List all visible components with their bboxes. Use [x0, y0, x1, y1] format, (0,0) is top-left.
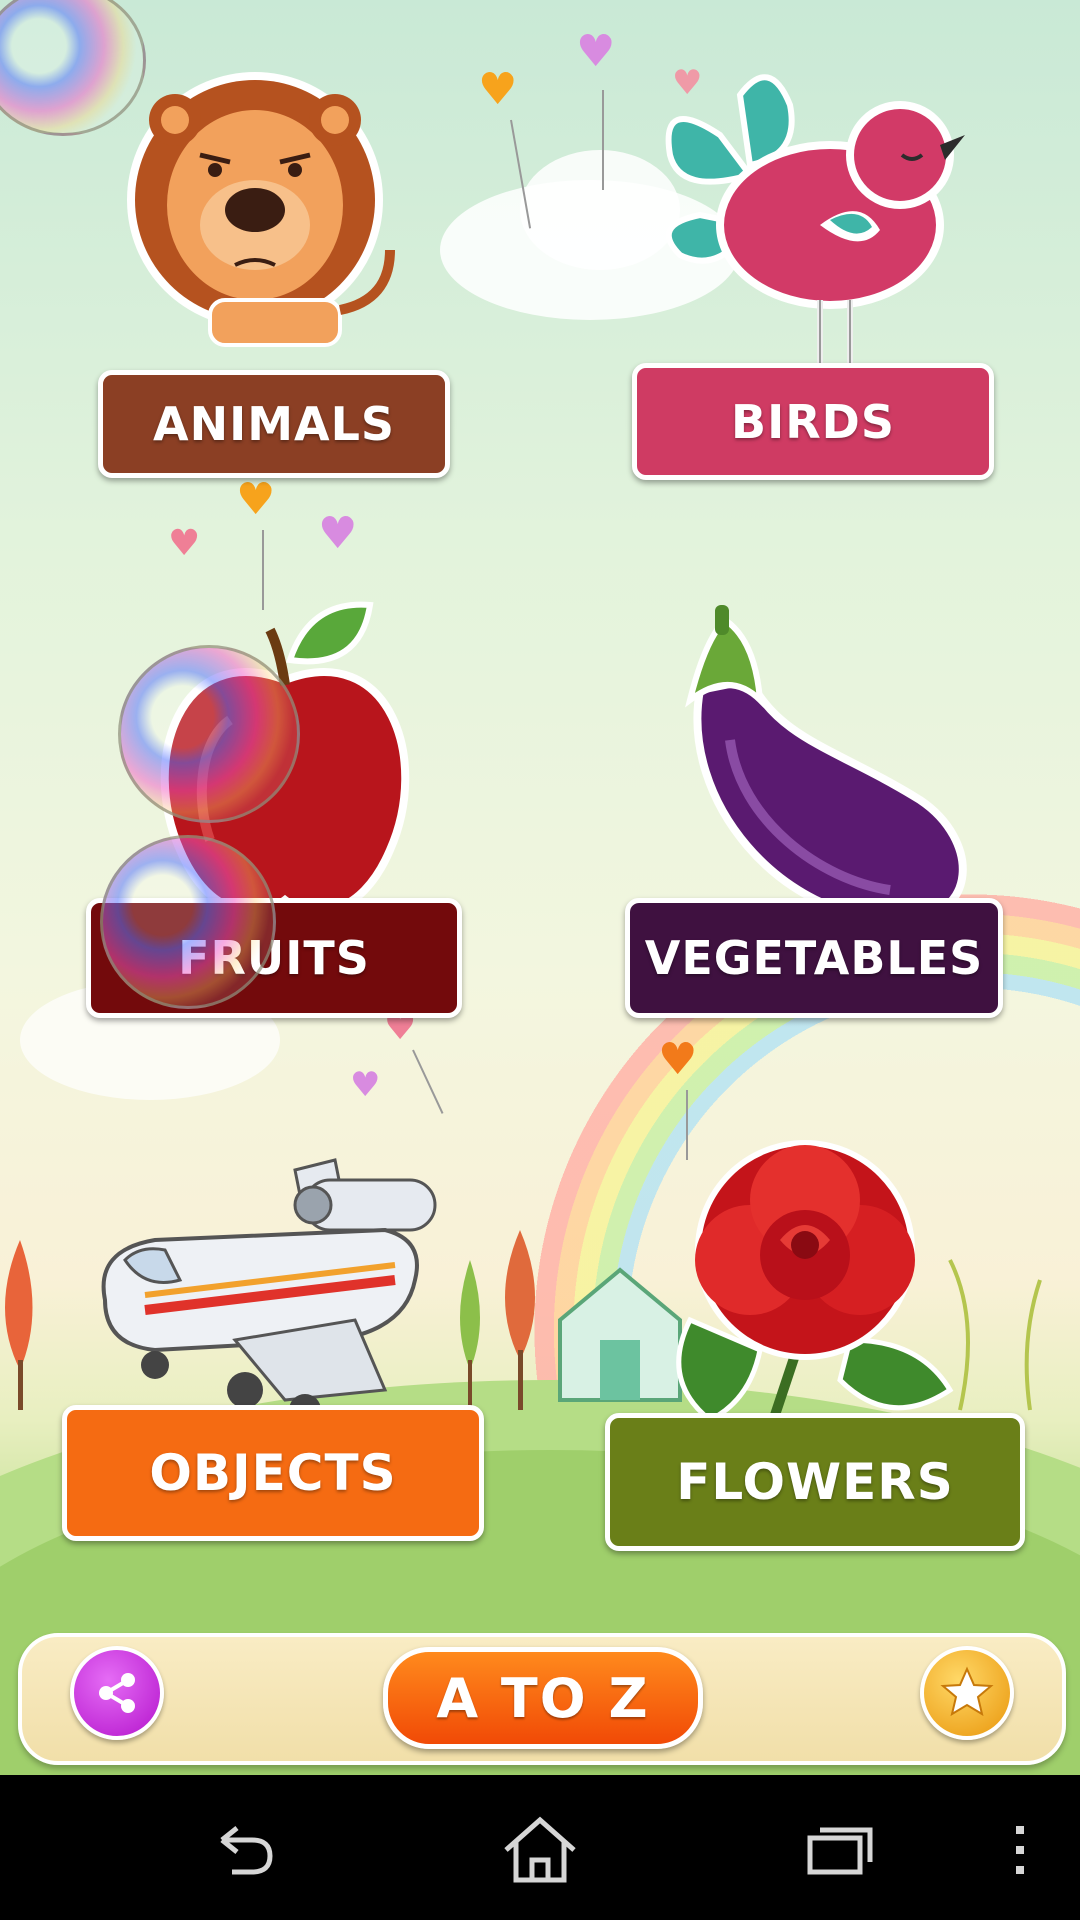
balloon-string [602, 90, 604, 190]
recent-apps-button[interactable] [795, 1820, 885, 1880]
balloon-string [412, 1049, 444, 1114]
home-icon [504, 1816, 576, 1883]
heart-balloon-icon: ♥ [318, 508, 358, 559]
overflow-menu-icon [1016, 1826, 1024, 1874]
star-icon [940, 1666, 994, 1717]
bubble-decoration[interactable] [118, 645, 300, 823]
heart-balloon-icon: ♥ [236, 474, 276, 525]
category-label-objects[interactable]: OBJECTS [62, 1405, 484, 1541]
app-screen: ♥ ♥ ♥ ♥ ♥ ♥ ♥ ♥ ♥ ANIMALS BIRDS FRUITS V… [0, 0, 1080, 1775]
category-label-animals[interactable]: ANIMALS [98, 370, 450, 478]
back-button[interactable] [197, 1820, 287, 1880]
category-label-vegetables[interactable]: VEGETABLES [625, 898, 1003, 1018]
balloon-string [262, 530, 264, 610]
heart-balloon-icon: ♥ [478, 64, 518, 115]
lion-icon [127, 72, 395, 347]
heart-balloon-icon: ♥ [658, 1034, 698, 1085]
eggplant-icon [685, 605, 967, 925]
share-button[interactable] [70, 1646, 164, 1740]
category-label-flowers[interactable]: FLOWERS [605, 1413, 1025, 1551]
heart-balloon-icon: ♥ [350, 1065, 381, 1105]
category-label-birds[interactable]: BIRDS [632, 363, 994, 480]
rate-button[interactable] [920, 1646, 1014, 1740]
bird-icon [665, 74, 965, 375]
bubble-decoration[interactable] [100, 835, 276, 1009]
heart-balloon-icon: ♥ [168, 523, 201, 564]
a-to-z-button[interactable]: A TO Z [383, 1647, 703, 1749]
share-icon [99, 1673, 135, 1713]
back-icon [220, 1826, 273, 1875]
heart-balloon-icon: ♥ [576, 26, 616, 77]
recent-apps-icon [807, 1827, 873, 1875]
airplane-icon [101, 1158, 437, 1426]
overflow-menu-button[interactable] [975, 1820, 1065, 1880]
home-button[interactable] [495, 1816, 585, 1883]
